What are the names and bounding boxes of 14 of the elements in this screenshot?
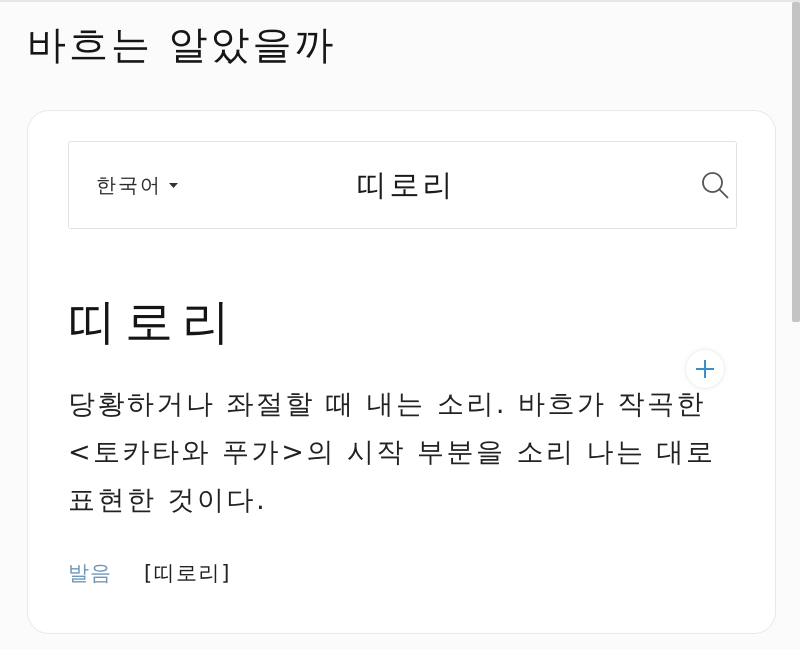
search-field[interactable]: 한국어 띠로리 bbox=[68, 141, 737, 229]
headword: 띠로리 bbox=[68, 295, 240, 349]
scrollbar[interactable] bbox=[792, 2, 800, 322]
search-button[interactable] bbox=[700, 170, 730, 200]
pronunciation-text: [띠로리] bbox=[144, 560, 231, 587]
search-icon bbox=[701, 171, 729, 199]
caret-icon bbox=[169, 182, 178, 188]
search-input[interactable]: 띠로리 bbox=[296, 168, 516, 202]
page-title: 바흐는 알았을까 bbox=[27, 22, 338, 70]
language-dropdown[interactable]: 한국어 bbox=[96, 172, 178, 198]
pronunciation-label: 발음 bbox=[68, 560, 112, 587]
plus-icon bbox=[695, 359, 715, 379]
definition-text: 당황하거나 좌절할 때 내는 소리. 바흐가 작곡한 <토카타와 푸가>의 시작 부분을 소리 나는 대로 표현한 것이다. bbox=[68, 388, 717, 518]
add-button[interactable] bbox=[685, 349, 725, 389]
